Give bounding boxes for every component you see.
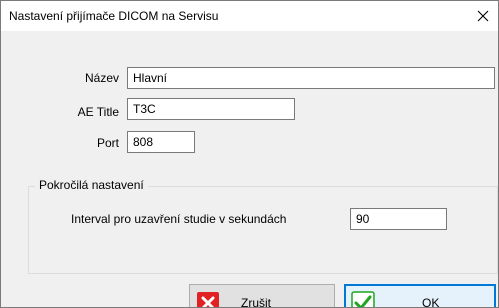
ae-title-field[interactable]: T3C [127,98,295,120]
title-bar: Nastavení přijímače DICOM na Servisu [1,1,498,31]
close-button[interactable] [468,1,498,31]
close-icon [477,10,489,22]
green-check-icon [351,291,375,307]
advanced-settings-group [28,186,498,274]
port-field[interactable]: 808 [127,131,195,153]
interval-label: Interval pro uzavření studie v sekundách [71,212,287,226]
cancel-button[interactable]: Zrušit [189,284,335,308]
interval-field[interactable]: 90 [350,208,447,230]
dialog-body: Název Hlavní AE Title T3C Port 808 Pokro… [1,31,498,307]
dialog-window: Nastavení přijímače DICOM na Servisu Náz… [0,0,499,308]
ok-button-label: OK [422,296,440,308]
port-label: Port [96,136,119,150]
red-x-icon [197,292,219,307]
ae-title-label: AE Title [77,105,119,119]
name-field[interactable]: Hlavní [127,67,495,89]
name-label: Název [84,71,119,85]
window-title: Nastavení přijímače DICOM na Servisu [9,9,219,23]
advanced-settings-title: Pokročilá nastavení [35,178,148,192]
cancel-button-label: Zrušit [241,296,271,308]
ok-button[interactable]: OK [344,284,496,308]
